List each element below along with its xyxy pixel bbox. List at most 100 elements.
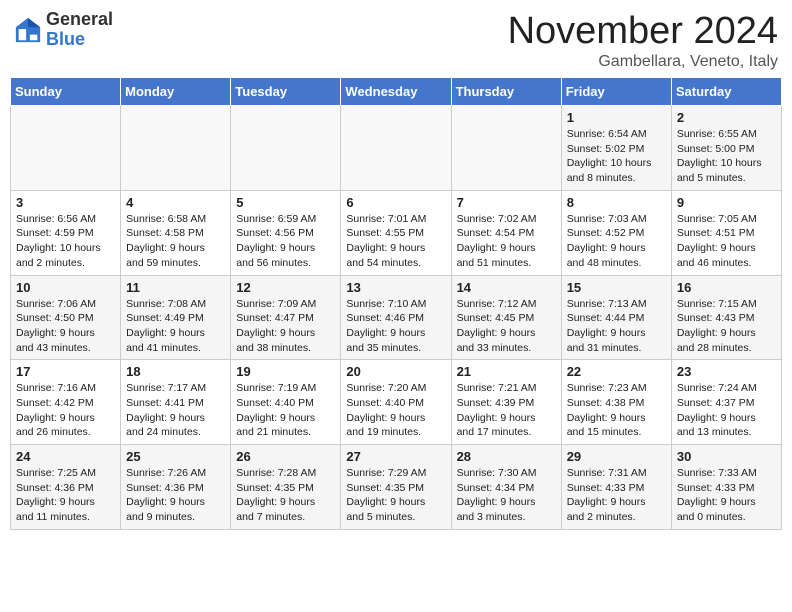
calendar-cell — [121, 106, 231, 191]
day-info: Sunrise: 7:15 AM Sunset: 4:43 PM Dayligh… — [677, 297, 776, 356]
calendar-cell — [231, 106, 341, 191]
day-number: 10 — [16, 280, 115, 295]
day-info: Sunrise: 7:06 AM Sunset: 4:50 PM Dayligh… — [16, 297, 115, 356]
calendar-cell: 11Sunrise: 7:08 AM Sunset: 4:49 PM Dayli… — [121, 275, 231, 360]
day-number: 5 — [236, 195, 335, 210]
day-number: 20 — [346, 364, 445, 379]
day-of-week-header: Sunday — [11, 78, 121, 106]
calendar-cell: 21 Sunrise: 7:21 AM Sunset: 4:39 PM Dayli… — [451, 360, 561, 445]
calendar-cell: 6 Sunrise: 7:01 AM Sunset: 4:55 PM Daylig… — [341, 190, 451, 275]
calendar-cell: 24 Sunrise: 7:25 AM Sunset: 4:36 PM Dayli… — [11, 445, 121, 530]
page-header: General Blue November 2024 Gambellara, V… — [10, 10, 782, 71]
day-info: Sunrise: 6:56 AM Sunset: 4:59 PM Dayligh… — [16, 212, 115, 271]
day-info: Sunrise: 7:20 AM Sunset: 4:40 PM Dayligh… — [346, 381, 445, 440]
day-info: Sunrise: 6:58 AM Sunset: 4:58 PM Dayligh… — [126, 212, 225, 271]
day-number: 8 — [567, 195, 666, 210]
day-number: 19 — [236, 364, 335, 379]
day-number: 1 — [567, 110, 666, 125]
calendar-cell: 12Sunrise: 7:09 AM Sunset: 4:47 PM Dayli… — [231, 275, 341, 360]
calendar-cell: 10 Sunrise: 7:06 AM Sunset: 4:50 PM Dayli… — [11, 275, 121, 360]
location-title: Gambellara, Veneto, Italy — [508, 53, 778, 71]
day-number: 29 — [567, 449, 666, 464]
day-of-week-header: Monday — [121, 78, 231, 106]
day-number: 22 — [567, 364, 666, 379]
day-number: 21 — [457, 364, 556, 379]
title-block: November 2024 Gambellara, Veneto, Italy — [508, 10, 778, 71]
day-number: 30 — [677, 449, 776, 464]
day-info: Sunrise: 7:10 AM Sunset: 4:46 PM Dayligh… — [346, 297, 445, 356]
day-of-week-header: Friday — [561, 78, 671, 106]
day-info: Sunrise: 7:05 AM Sunset: 4:51 PM Dayligh… — [677, 212, 776, 271]
day-number: 27 — [346, 449, 445, 464]
calendar-cell — [341, 106, 451, 191]
day-info: Sunrise: 7:01 AM Sunset: 4:55 PM Dayligh… — [346, 212, 445, 271]
logo-icon — [14, 16, 42, 44]
day-of-week-header: Thursday — [451, 78, 561, 106]
day-number: 13 — [346, 280, 445, 295]
calendar-cell: 22 Sunrise: 7:23 AM Sunset: 4:38 PM Dayli… — [561, 360, 671, 445]
day-number: 25 — [126, 449, 225, 464]
calendar-cell: 29Sunrise: 7:31 AM Sunset: 4:33 PM Dayli… — [561, 445, 671, 530]
day-info: Sunrise: 7:25 AM Sunset: 4:36 PM Dayligh… — [16, 466, 115, 525]
day-info: Sunrise: 7:28 AM Sunset: 4:35 PM Dayligh… — [236, 466, 335, 525]
day-info: Sunrise: 7:13 AM Sunset: 4:44 PM Dayligh… — [567, 297, 666, 356]
day-number: 23 — [677, 364, 776, 379]
day-number: 24 — [16, 449, 115, 464]
calendar-cell: 20 Sunrise: 7:20 AM Sunset: 4:40 PM Dayli… — [341, 360, 451, 445]
calendar-cell: 30 Sunrise: 7:33 AM Sunset: 4:33 PM Dayli… — [671, 445, 781, 530]
day-info: Sunrise: 6:59 AM Sunset: 4:56 PM Dayligh… — [236, 212, 335, 271]
calendar-cell — [451, 106, 561, 191]
day-info: Sunrise: 6:55 AM Sunset: 5:00 PM Dayligh… — [677, 127, 776, 186]
calendar-cell: 18Sunrise: 7:17 AM Sunset: 4:41 PM Dayli… — [121, 360, 231, 445]
calendar-cell: 1Sunrise: 6:54 AM Sunset: 5:02 PM Daylig… — [561, 106, 671, 191]
day-number: 11 — [126, 280, 225, 295]
day-info: Sunrise: 7:12 AM Sunset: 4:45 PM Dayligh… — [457, 297, 556, 356]
calendar-week-row: 24 Sunrise: 7:25 AM Sunset: 4:36 PM Dayli… — [11, 445, 782, 530]
calendar-table: SundayMondayTuesdayWednesdayThursdayFrid… — [10, 77, 782, 530]
day-number: 6 — [346, 195, 445, 210]
calendar-cell: 23 Sunrise: 7:24 AM Sunset: 4:37 PM Dayli… — [671, 360, 781, 445]
calendar-cell: 4 Sunrise: 6:58 AM Sunset: 4:58 PM Daylig… — [121, 190, 231, 275]
day-info: Sunrise: 7:17 AM Sunset: 4:41 PM Dayligh… — [126, 381, 225, 440]
day-number: 26 — [236, 449, 335, 464]
calendar-cell: 28Sunrise: 7:30 AM Sunset: 4:34 PM Dayli… — [451, 445, 561, 530]
calendar-cell: 9 Sunrise: 7:05 AM Sunset: 4:51 PM Daylig… — [671, 190, 781, 275]
day-of-week-header: Tuesday — [231, 78, 341, 106]
calendar-week-row: 1Sunrise: 6:54 AM Sunset: 5:02 PM Daylig… — [11, 106, 782, 191]
day-info: Sunrise: 7:21 AM Sunset: 4:39 PM Dayligh… — [457, 381, 556, 440]
day-info: Sunrise: 7:23 AM Sunset: 4:38 PM Dayligh… — [567, 381, 666, 440]
day-number: 4 — [126, 195, 225, 210]
calendar-cell: 26 Sunrise: 7:28 AM Sunset: 4:35 PM Dayli… — [231, 445, 341, 530]
calendar-cell: 19 Sunrise: 7:19 AM Sunset: 4:40 PM Dayli… — [231, 360, 341, 445]
calendar-cell: 15 Sunrise: 7:13 AM Sunset: 4:44 PM Dayli… — [561, 275, 671, 360]
day-number: 28 — [457, 449, 556, 464]
logo: General Blue — [14, 10, 113, 50]
day-info: Sunrise: 7:16 AM Sunset: 4:42 PM Dayligh… — [16, 381, 115, 440]
calendar-cell: 25Sunrise: 7:26 AM Sunset: 4:36 PM Dayli… — [121, 445, 231, 530]
calendar-cell: 27Sunrise: 7:29 AM Sunset: 4:35 PM Dayli… — [341, 445, 451, 530]
calendar-week-row: 3 Sunrise: 6:56 AM Sunset: 4:59 PM Daylig… — [11, 190, 782, 275]
calendar-cell: 8Sunrise: 7:03 AM Sunset: 4:52 PM Daylig… — [561, 190, 671, 275]
logo-text: General Blue — [46, 10, 113, 50]
day-info: Sunrise: 7:33 AM Sunset: 4:33 PM Dayligh… — [677, 466, 776, 525]
day-number: 9 — [677, 195, 776, 210]
calendar-cell: 17 Sunrise: 7:16 AM Sunset: 4:42 PM Dayli… — [11, 360, 121, 445]
calendar-week-row: 17 Sunrise: 7:16 AM Sunset: 4:42 PM Dayli… — [11, 360, 782, 445]
day-info: Sunrise: 7:24 AM Sunset: 4:37 PM Dayligh… — [677, 381, 776, 440]
day-number: 15 — [567, 280, 666, 295]
day-number: 12 — [236, 280, 335, 295]
month-title: November 2024 — [508, 10, 778, 53]
day-number: 7 — [457, 195, 556, 210]
calendar-body: 1Sunrise: 6:54 AM Sunset: 5:02 PM Daylig… — [11, 106, 782, 530]
day-info: Sunrise: 7:02 AM Sunset: 4:54 PM Dayligh… — [457, 212, 556, 271]
logo-general: General — [46, 10, 113, 30]
calendar-cell: 2 Sunrise: 6:55 AM Sunset: 5:00 PM Daylig… — [671, 106, 781, 191]
day-of-week-header: Wednesday — [341, 78, 451, 106]
day-info: Sunrise: 7:19 AM Sunset: 4:40 PM Dayligh… — [236, 381, 335, 440]
day-number: 2 — [677, 110, 776, 125]
day-number: 3 — [16, 195, 115, 210]
day-number: 17 — [16, 364, 115, 379]
day-of-week-header: Saturday — [671, 78, 781, 106]
calendar-week-row: 10 Sunrise: 7:06 AM Sunset: 4:50 PM Dayli… — [11, 275, 782, 360]
calendar-cell: 7 Sunrise: 7:02 AM Sunset: 4:54 PM Daylig… — [451, 190, 561, 275]
